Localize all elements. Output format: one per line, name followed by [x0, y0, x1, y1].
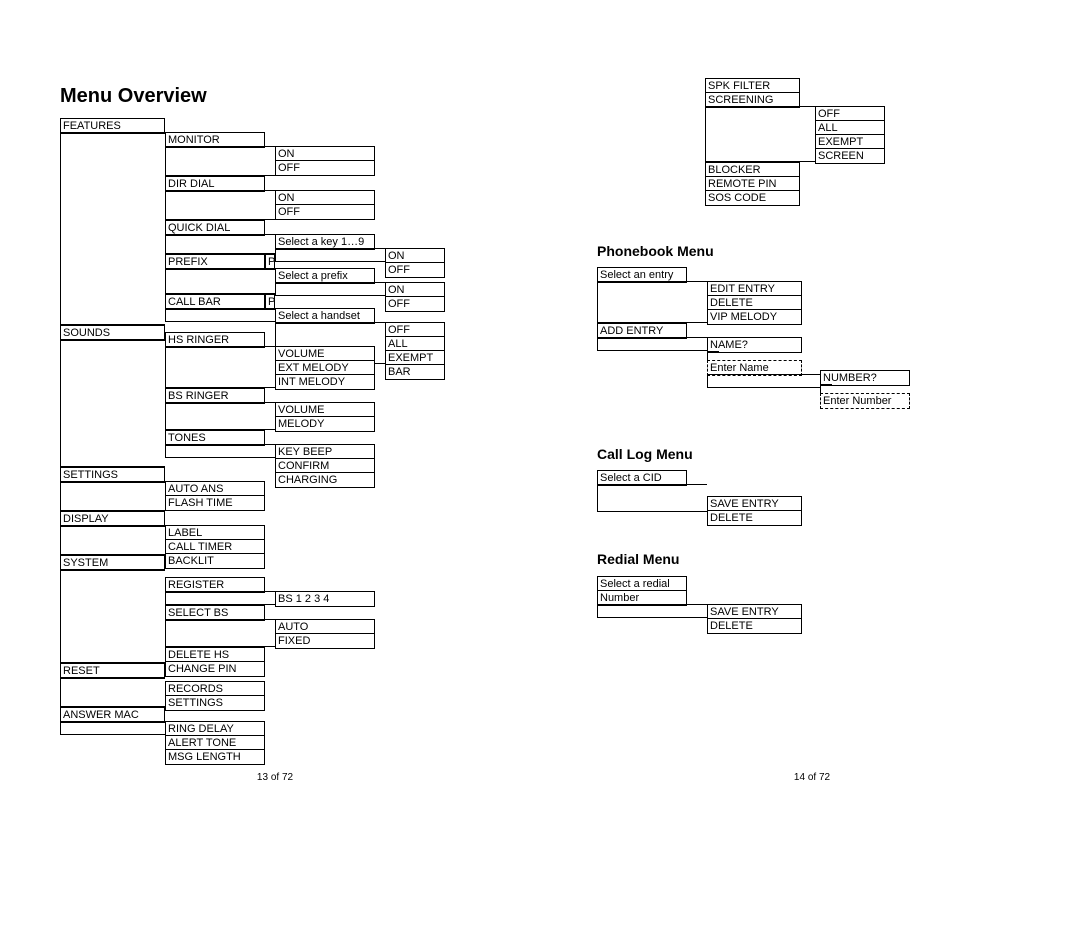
register-bs1234: BS 1 2 3 4 [275, 591, 375, 607]
tree-stub [597, 604, 707, 618]
page-title: Menu Overview [60, 84, 207, 108]
tree-stub [60, 481, 165, 511]
quickdial-off: OFF [385, 262, 445, 278]
monitor-off: OFF [275, 160, 375, 176]
menu-settings-reset: SETTINGS [165, 695, 265, 711]
tree-stub [597, 337, 707, 351]
calllog-heading: Call Log Menu [597, 445, 693, 463]
tree-stub [165, 146, 275, 176]
redial-select-line1: Select a redial [597, 576, 687, 591]
tree-stub [165, 268, 275, 294]
screening-screen: SCREEN [815, 148, 885, 164]
selectbs-fixed: FIXED [275, 633, 375, 649]
tones-charging: CHARGING [275, 472, 375, 488]
page-footer-right: 14 of 72 [597, 772, 1027, 783]
tree-stub [165, 234, 275, 254]
tree-stub [275, 248, 385, 262]
tree-stub [165, 444, 275, 458]
tree-stub [60, 525, 165, 555]
tree-stub [165, 346, 275, 388]
tree-stub [60, 677, 165, 707]
tree-stub [165, 619, 275, 647]
phonebook-heading: Phonebook Menu [597, 242, 714, 260]
tree-stub [705, 106, 815, 162]
tree-stub [165, 308, 275, 322]
callbar-bar: BAR [385, 364, 445, 380]
calllog-delete: DELETE [707, 510, 802, 526]
page-footer-left: 13 of 72 [60, 772, 490, 783]
tree-stub [60, 339, 165, 467]
tree-stub [165, 591, 275, 605]
menu-msg-length: MSG LENGTH [165, 749, 265, 765]
prefix-off: OFF [385, 296, 445, 312]
tree-stub [275, 282, 385, 296]
redial-delete: DELETE [707, 618, 802, 634]
phonebook-number-q: NUMBER? [820, 370, 910, 386]
tree-stub [597, 484, 707, 512]
phonebook-vip-melody: VIP MELODY [707, 309, 802, 325]
menu-backlit: BACKLIT [165, 553, 265, 569]
dirdial-off: OFF [275, 204, 375, 220]
phonebook-name-q: NAME? [707, 337, 802, 353]
document-page: Menu Overview FEATURES SOUNDS SETTINGS D… [0, 0, 1080, 932]
tree-stub [60, 569, 165, 663]
tree-stub [707, 374, 820, 388]
tree-stub [60, 721, 165, 735]
menu-flash-time: FLASH TIME [165, 495, 265, 511]
redial-heading: Redial Menu [597, 550, 679, 568]
hsringer-int-melody: INT MELODY [275, 374, 375, 390]
tree-stub [165, 402, 275, 430]
tree-stub [597, 281, 707, 323]
tree-stub [165, 190, 275, 220]
sos-code: SOS CODE [705, 190, 800, 206]
bsringer-melody: MELODY [275, 416, 375, 432]
phonebook-enter-number: Enter Number [820, 393, 910, 409]
menu-change-pin: CHANGE PIN [165, 661, 265, 677]
tree-stub [60, 132, 165, 325]
